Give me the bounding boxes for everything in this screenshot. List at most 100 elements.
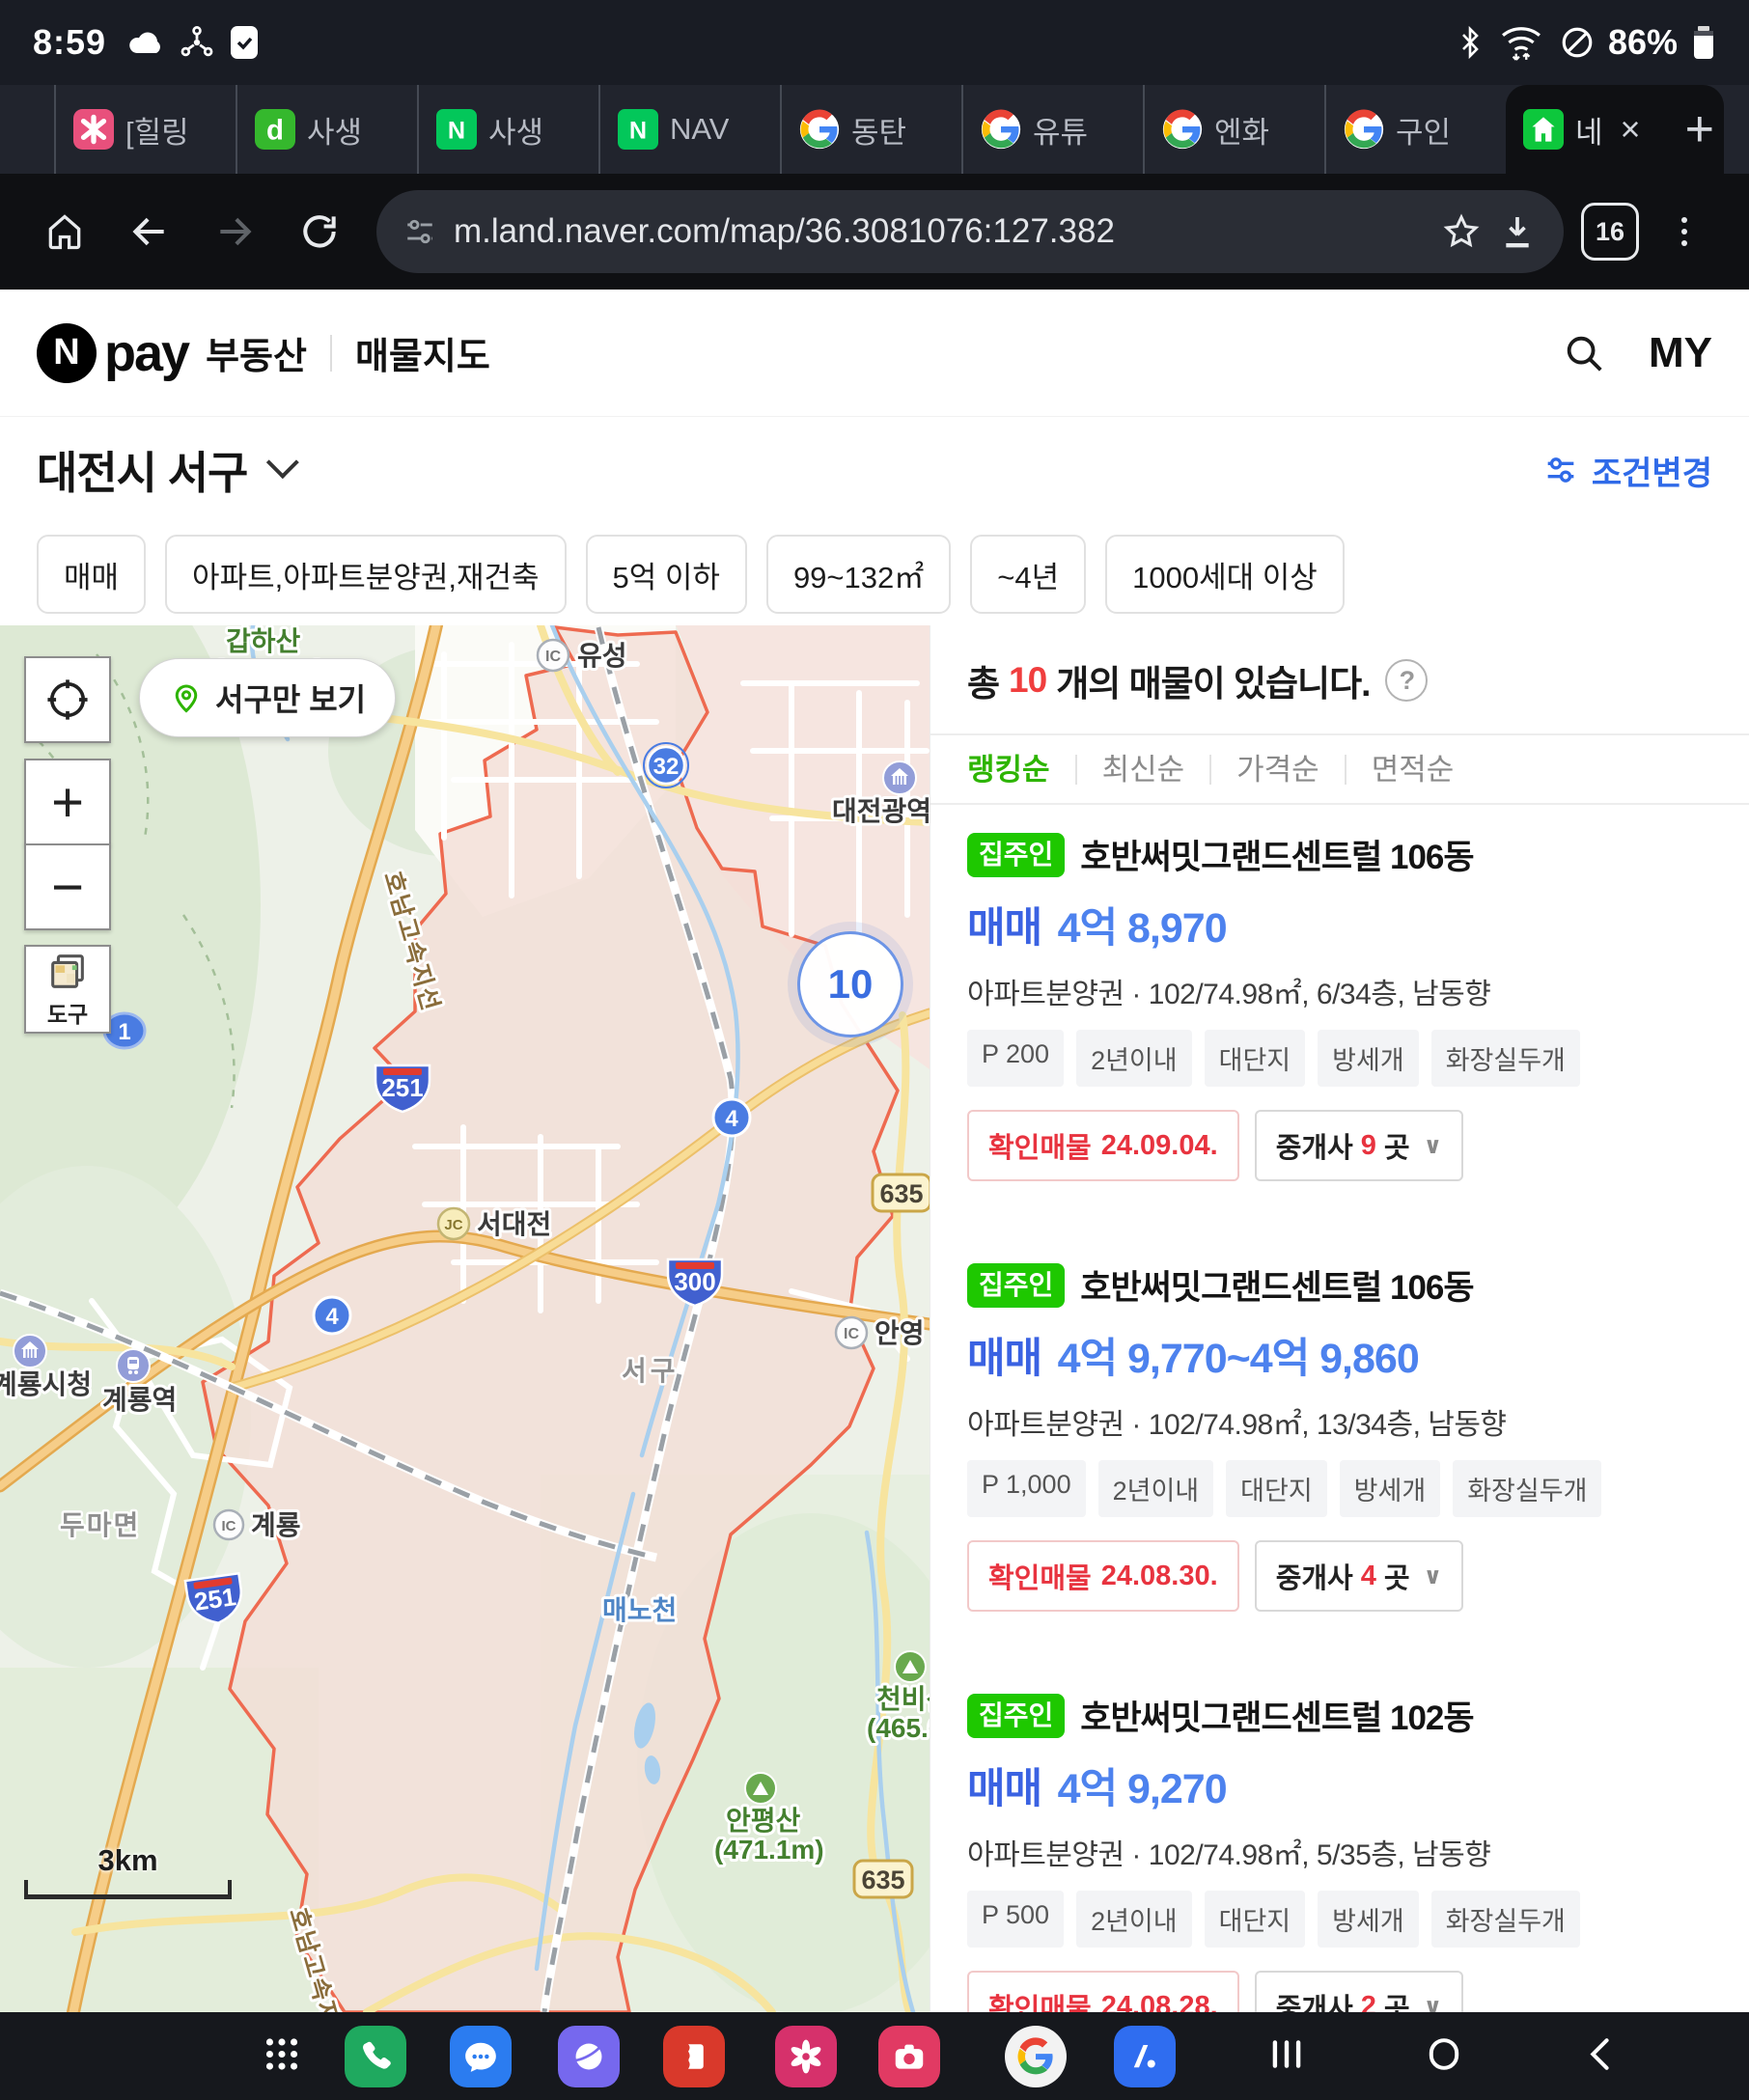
browser-tab[interactable]: NNAV (598, 85, 780, 174)
my-menu-button[interactable]: MY (1649, 329, 1712, 377)
region-selector[interactable]: 대전시 서구 (37, 438, 247, 502)
filter-chip[interactable]: 99~132㎡ (766, 535, 951, 614)
gallery-app-icon[interactable] (775, 2026, 837, 2087)
sort-option[interactable]: 랭킹순 (967, 755, 1075, 785)
pay-wordmark[interactable]: pay (104, 323, 188, 383)
listing-tag: 방세개 (1318, 1030, 1419, 1087)
tab-title: 유튜 (1033, 108, 1088, 152)
map-scale: 3km (24, 1843, 232, 1899)
svg-text:(471.1m): (471.1m) (714, 1835, 824, 1865)
recents-button[interactable] (1265, 2032, 1308, 2080)
google-app-icon[interactable] (1005, 2026, 1067, 2087)
sliders-icon (1541, 451, 1580, 489)
browser-menu-icon[interactable] (1645, 210, 1724, 253)
tab-count-button[interactable]: 16 (1581, 203, 1639, 261)
confirmed-date: 24.08.30. (1101, 1561, 1218, 1592)
zoom-in-button[interactable]: + (24, 759, 111, 845)
browser-tab[interactable]: 동탄 (780, 85, 961, 174)
close-tab-icon[interactable]: × (1621, 109, 1641, 150)
layers-icon (45, 950, 90, 994)
filter-chip[interactable]: ~4년 (970, 535, 1086, 614)
svg-text:IC: IC (222, 1518, 236, 1534)
current-location-button[interactable] (24, 656, 111, 743)
forward-button[interactable] (195, 210, 274, 253)
filter-chip[interactable]: 1000세대 이상 (1105, 535, 1345, 614)
browser-tab[interactable]: 유튜 (961, 85, 1143, 174)
listing-tags: P 1,0002년이내대단지방세개화장실두개 (967, 1460, 1716, 1517)
listing-footer: 확인매물 24.08.28. 중개사 2 곳 ∨ (967, 1971, 1716, 2012)
agents-label: 중개사 (1276, 1986, 1353, 2012)
browser-tab-strip: [힐링d사생N사생NNAV동탄유튜엔화구인네× + (0, 85, 1749, 174)
browser-tab[interactable]: N사생 (417, 85, 598, 174)
bookmark-star-icon[interactable] (1442, 212, 1481, 251)
listing-title[interactable]: 호반써밋그랜드센트럴 106동 (1080, 1260, 1473, 1310)
svg-text:635: 635 (879, 1179, 923, 1208)
messages-app-icon[interactable] (450, 2026, 512, 2087)
back-button[interactable] (110, 210, 189, 253)
price-amount: 4억 8,970 (1058, 905, 1227, 952)
map-label-maenocheon: 매노천 (602, 1595, 677, 1625)
results-summary: 총 10 개의 매물이 있습니다. ? (967, 654, 1716, 706)
back-button[interactable] (1579, 2032, 1622, 2080)
phone-app-icon[interactable] (345, 2026, 406, 2087)
help-icon[interactable]: ? (1385, 659, 1428, 702)
listing-list: 집주인 호반써밋그랜드센트럴 106동 매매 4억 8,970아파트분양권 · … (967, 805, 1716, 2012)
listing-tag: 화장실두개 (1453, 1460, 1601, 1517)
location-pin-icon (169, 680, 204, 715)
map-marker-route-4b: 4 (314, 1297, 350, 1334)
download-icon[interactable] (1498, 212, 1537, 251)
home-button[interactable] (1423, 2032, 1465, 2080)
browser-tab[interactable]: d사생 (236, 85, 417, 174)
notes-app-icon[interactable] (663, 2026, 725, 2087)
agents-dropdown[interactable]: 중개사 4 곳 ∨ (1255, 1540, 1463, 1612)
svg-text:32: 32 (653, 754, 680, 780)
map-canvas[interactable]: 갑하산 (468.7m) IC 유성 32 대전광역시 호남고속지선 호남고속지… (0, 625, 930, 2012)
view-only-seogu-button[interactable]: 서구만 보기 (139, 658, 396, 737)
agents-dropdown[interactable]: 중개사 9 곳 ∨ (1255, 1110, 1463, 1181)
naver-logo[interactable]: N (37, 323, 97, 383)
results-count: 10 (1009, 660, 1046, 701)
chevron-down-icon[interactable] (266, 446, 299, 479)
filter-chip[interactable]: 매매 (37, 535, 146, 614)
internet-app-icon[interactable] (558, 2026, 620, 2087)
listing-card[interactable]: 집주인 호반써밋그랜드센트럴 106동 매매 4억 8,970아파트분양권 · … (967, 805, 1716, 1181)
reload-button[interactable] (280, 210, 359, 253)
url-bar[interactable]: m.land.naver.com/map/36.3081076:127.382 (376, 190, 1564, 273)
filter-chip[interactable]: 5억 이하 (586, 535, 747, 614)
listing-card[interactable]: 집주인 호반써밋그랜드센트럴 102동 매매 4억 9,270아파트분양권 · … (967, 1666, 1716, 2012)
listing-head: 집주인 호반써밋그랜드센트럴 106동 (967, 1260, 1716, 1310)
browser-tab[interactable]: [힐링 (54, 85, 236, 174)
change-conditions-button[interactable]: 조건변경 (1541, 447, 1712, 494)
sort-option[interactable]: 최신순 (1075, 755, 1210, 785)
map-label-seogu: 서구 (622, 1356, 680, 1386)
camera-app-icon[interactable] (878, 2026, 940, 2087)
listing-card[interactable]: 집주인 호반써밋그랜드센트럴 106동 매매 4억 9,770~4억 9,860… (967, 1235, 1716, 1612)
url-text[interactable]: m.land.naver.com/map/36.3081076:127.382 (454, 212, 1425, 251)
listing-tags: P 5002년이내대단지방세개화장실두개 (967, 1891, 1716, 1948)
tab-title: [힐링 (125, 108, 189, 152)
agents-dropdown[interactable]: 중개사 2 곳 ∨ (1255, 1971, 1463, 2012)
map-marker-ic-gyeryong: IC 계룡 (214, 1510, 301, 1540)
tab-title: NAV (670, 112, 729, 147)
naver-land-favicon (1523, 109, 1564, 150)
listings-panel[interactable]: 총 10 개의 매물이 있습니다. ? 랭킹순최신순가격순면적순 집주인 호반써… (930, 625, 1749, 2012)
home-button[interactable] (25, 210, 104, 253)
listing-head: 집주인 호반써밋그랜드센트럴 102동 (967, 1691, 1716, 1740)
agents-suffix: 곳 (1384, 1556, 1410, 1596)
site-settings-icon[interactable] (403, 215, 436, 248)
budongsan-label[interactable]: 부동산 (206, 326, 307, 379)
listing-title[interactable]: 호반써밋그랜드센트럴 106동 (1080, 830, 1473, 879)
apps-grid-icon[interactable] (260, 2031, 304, 2081)
search-icon[interactable] (1562, 331, 1606, 375)
browser-tab[interactable]: 구인 (1324, 85, 1506, 174)
browser-tab[interactable]: 엔화 (1143, 85, 1324, 174)
sort-option[interactable]: 가격순 (1209, 755, 1345, 785)
zoom-out-button[interactable]: − (24, 843, 111, 930)
map-tools-button[interactable]: 도구 (24, 945, 111, 1034)
listing-title[interactable]: 호반써밋그랜드센트럴 102동 (1080, 1691, 1473, 1740)
listing-cluster-marker[interactable]: 10 (797, 931, 903, 1037)
ads-app-icon[interactable] (1114, 2026, 1176, 2087)
sort-option[interactable]: 면적순 (1345, 755, 1480, 785)
new-tab-button[interactable]: + (1651, 85, 1749, 174)
filter-chip[interactable]: 아파트,아파트분양권,재건축 (165, 535, 566, 614)
